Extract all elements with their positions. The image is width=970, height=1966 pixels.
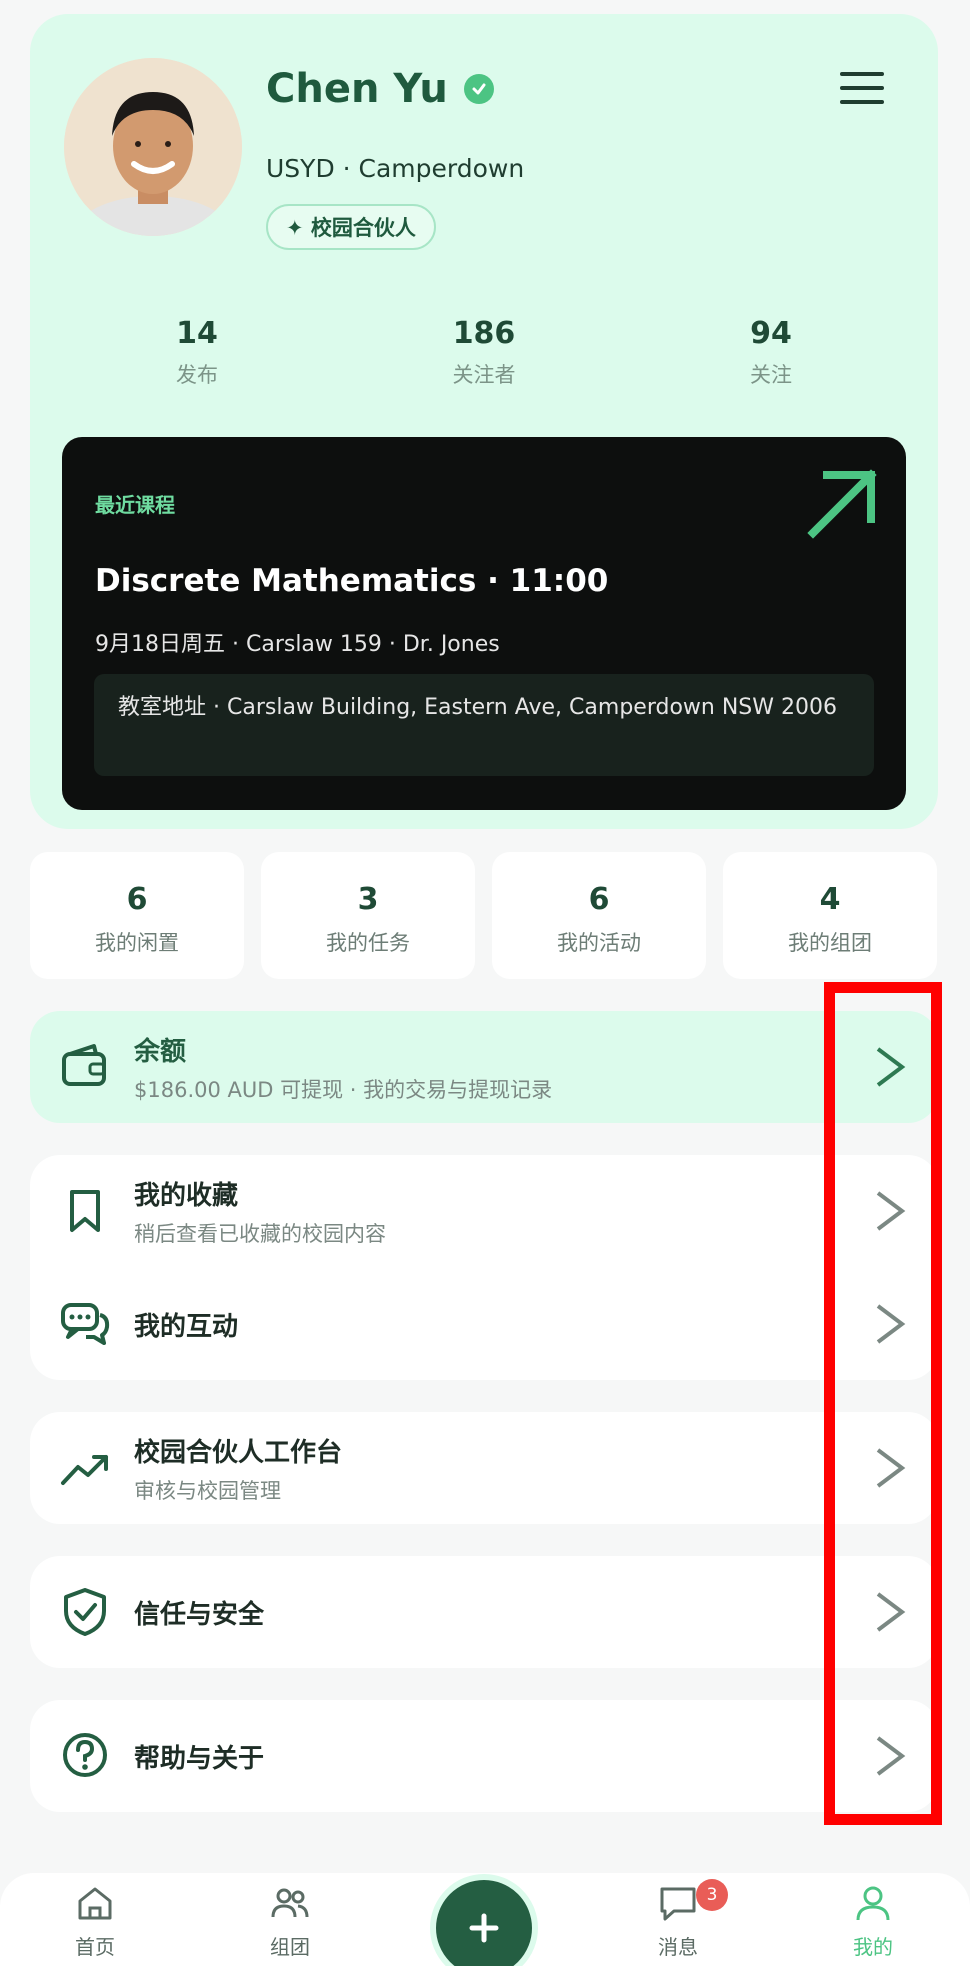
- menu-row-partner-workspace[interactable]: 校园合伙人工作台 审核与校园管理: [30, 1412, 938, 1524]
- quick-stat-label: 我的组团: [788, 931, 872, 955]
- nav-groups[interactable]: 组团: [230, 1883, 350, 1960]
- arrow-up-right-icon[interactable]: [807, 469, 877, 539]
- chevron-right-icon: [876, 1736, 906, 1776]
- nav-me[interactable]: 我的: [813, 1883, 933, 1960]
- shield-check-icon: [64, 1588, 106, 1636]
- trust-title: 信任与安全: [134, 1599, 265, 1630]
- profile-stats: 14 发布 186 关注者 94 关注: [30, 316, 938, 406]
- profile-name-row: Chen Yu: [266, 66, 494, 112]
- partner-subtitle: 审核与校园管理: [134, 1478, 281, 1503]
- chevron-right-icon: [876, 1448, 906, 1488]
- user-icon: [856, 1886, 890, 1921]
- stat-label: 发布: [176, 363, 218, 387]
- balance-text: 余额 $186.00 AUD 可提现 · 我的交易与提现记录: [134, 1031, 552, 1104]
- home-icon: [78, 1887, 112, 1920]
- bookmark-icon: [70, 1190, 100, 1232]
- quick-stat-activities[interactable]: 6 我的活动: [492, 852, 706, 979]
- plus-icon: [469, 1913, 499, 1943]
- course-eyebrow: 最近课程: [95, 493, 175, 517]
- course-address: 教室地址 · Carslaw Building, Eastern Ave, Ca…: [94, 674, 874, 776]
- menu-row-trust-safety[interactable]: 信任与安全: [30, 1556, 938, 1668]
- quick-stat-label: 我的闲置: [95, 931, 179, 955]
- messages-badge: 3: [696, 1879, 728, 1911]
- stat-value: 94: [750, 316, 792, 351]
- chevron-right-icon: [876, 1191, 906, 1231]
- profile-school: USYD · Camperdown: [266, 154, 525, 183]
- interactions-title: 我的互动: [134, 1311, 239, 1342]
- trending-up-icon: [61, 1455, 108, 1485]
- avatar[interactable]: [64, 58, 242, 236]
- partner-text: 校园合伙人工作台 审核与校园管理: [134, 1432, 342, 1505]
- favorites-title: 我的收藏: [134, 1180, 239, 1211]
- favorites-text: 我的收藏 稍后查看已收藏的校园内容: [134, 1175, 386, 1248]
- course-meta: 9月18日周五 · Carslaw 159 · Dr. Jones: [95, 632, 500, 657]
- balance-title: 余额: [134, 1036, 187, 1067]
- stat-following[interactable]: 94 关注: [671, 316, 871, 389]
- chevron-right-icon: [876, 1304, 906, 1344]
- quick-stat-tasks[interactable]: 3 我的任务: [261, 852, 475, 979]
- stat-label: 关注者: [452, 363, 516, 387]
- stat-label: 关注: [750, 363, 792, 387]
- help-circle-icon: [63, 1733, 107, 1777]
- quick-stat-idle-items[interactable]: 6 我的闲置: [30, 852, 244, 979]
- menu-row-help-about[interactable]: 帮助与关于: [30, 1700, 938, 1812]
- help-text: 帮助与关于: [134, 1738, 264, 1775]
- message-icon: [660, 1887, 696, 1921]
- menu-row-favorites[interactable]: 我的收藏 稍后查看已收藏的校园内容: [30, 1155, 938, 1267]
- chevron-right-icon: [876, 1047, 906, 1087]
- balance-row[interactable]: 余额 $186.00 AUD 可提现 · 我的交易与提现记录: [30, 1011, 938, 1123]
- partner-title: 校园合伙人工作台: [134, 1437, 343, 1468]
- stat-posts[interactable]: 14 发布: [97, 316, 297, 389]
- nav-label: 组团: [270, 1935, 310, 1959]
- nav-label: 首页: [75, 1935, 115, 1959]
- nav-label: 我的: [853, 1935, 893, 1959]
- users-icon: [271, 1888, 309, 1918]
- chevron-right-icon: [876, 1592, 906, 1632]
- quick-stat-value: 6: [126, 882, 148, 917]
- profile-name: Chen Yu: [266, 66, 448, 112]
- balance-subtitle: $186.00 AUD 可提现 · 我的交易与提现记录: [134, 1077, 553, 1102]
- recent-course-card[interactable]: 最近课程 Discrete Mathematics · 11:00 9月18日周…: [62, 437, 906, 810]
- quick-stat-label: 我的活动: [557, 931, 641, 955]
- nav-home[interactable]: 首页: [35, 1883, 155, 1960]
- quick-stat-groups[interactable]: 4 我的组团: [723, 852, 937, 979]
- trust-text: 信任与安全: [134, 1594, 264, 1631]
- favorites-subtitle: 稍后查看已收藏的校园内容: [134, 1221, 386, 1246]
- stat-followers[interactable]: 186 关注者: [384, 316, 584, 389]
- chat-bubbles-icon: [61, 1303, 110, 1345]
- stat-value: 14: [176, 316, 218, 351]
- quick-stat-value: 4: [819, 882, 841, 917]
- quick-stat-value: 3: [357, 882, 379, 917]
- verified-check-icon: [463, 74, 494, 104]
- nav-label: 消息: [658, 1935, 698, 1959]
- interactions-text: 我的互动: [134, 1306, 238, 1343]
- profile-card: Chen Yu USYD · Camperdown ✦ 校园合伙人 14 发布 …: [30, 14, 938, 829]
- help-title: 帮助与关于: [134, 1743, 265, 1774]
- quick-stat-label: 我的任务: [326, 931, 410, 955]
- quick-stat-value: 6: [588, 882, 610, 917]
- wallet-icon: [62, 1044, 106, 1086]
- hamburger-menu-icon[interactable]: [840, 72, 884, 108]
- course-title: Discrete Mathematics · 11:00: [95, 563, 609, 599]
- menu-row-interactions[interactable]: 我的互动: [30, 1268, 938, 1380]
- partner-badge: ✦ 校园合伙人: [266, 204, 436, 250]
- stat-value: 186: [452, 316, 516, 351]
